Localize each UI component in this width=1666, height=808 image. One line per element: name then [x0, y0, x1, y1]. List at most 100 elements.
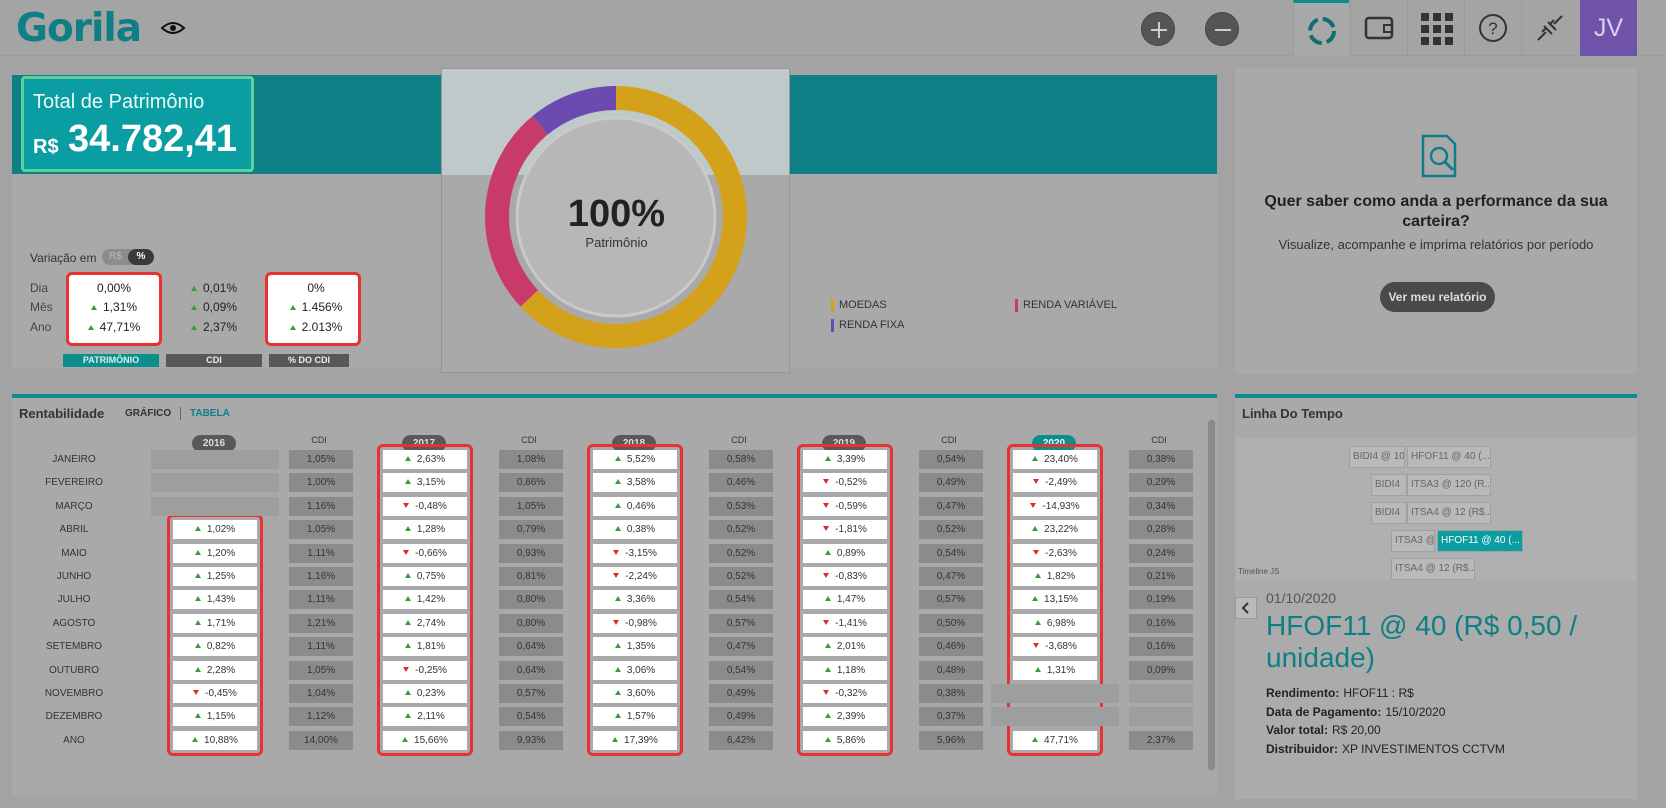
cdi-cell: 0,47%	[919, 567, 983, 586]
return-value: 1,42%	[416, 594, 446, 606]
summary-header-right	[790, 75, 1217, 174]
return-cell: 0,23%	[383, 684, 467, 703]
return-cell: 3,39%	[803, 450, 887, 469]
total-patrimonio-card: Total de Patrimônio R$ 34.782,41	[21, 76, 254, 172]
detail-key: Data de Pagamento:	[1266, 704, 1382, 719]
return-cell: -3,68%	[1013, 637, 1097, 657]
cdi-cell: 0,54%	[709, 590, 773, 610]
timeline-item[interactable]: ITSA4 @ 12 (R$...	[1391, 558, 1475, 580]
return-cell: 2,63%	[383, 450, 467, 469]
timeline-item[interactable]: ITSA4 @ 12 (R$...	[1407, 502, 1491, 524]
minus-icon[interactable]	[1205, 12, 1239, 46]
tag-cdi[interactable]: CDI	[166, 354, 262, 367]
tab-tabela[interactable]: TABELA	[190, 408, 230, 419]
tag-pct-cdi[interactable]: % DO CDI	[269, 354, 349, 367]
up-arrow-icon	[1032, 456, 1039, 461]
return-cell: 1,28%	[383, 520, 467, 540]
variacao-value-text: 1.456%	[301, 300, 343, 314]
cdi-header: CDI	[311, 435, 327, 445]
return-cell: 0,89%	[803, 543, 887, 563]
timeline-item[interactable]: ITSA3 @	[1391, 530, 1435, 552]
timeline-item[interactable]: BIDI4	[1371, 502, 1407, 524]
return-cell: 5,86%	[803, 730, 887, 750]
up-arrow-icon	[824, 549, 831, 555]
timeline-detail-row: Data de Pagamento: 15/10/2020	[1266, 705, 1445, 719]
return-cell: 15,66%	[383, 730, 467, 750]
tab-divider	[180, 407, 181, 420]
up-arrow-icon	[614, 666, 621, 672]
up-arrow-icon	[194, 596, 201, 602]
avatar[interactable]: JV	[1580, 0, 1637, 56]
eye-icon[interactable]	[160, 16, 186, 40]
down-arrow-icon	[403, 502, 410, 508]
up-arrow-icon	[194, 549, 201, 555]
tab-grafico[interactable]: GRÁFICO	[125, 408, 171, 419]
up-arrow-icon	[1032, 596, 1039, 602]
wallet-icon[interactable]	[1350, 0, 1406, 56]
toggle-currency[interactable]: R$	[109, 251, 122, 262]
variacao-cdi-value: 2,37%	[168, 320, 260, 334]
timeline-prev-button[interactable]	[1235, 597, 1257, 619]
legend-moedas: MOEDAS	[831, 299, 887, 312]
up-arrow-icon	[614, 690, 621, 695]
cdi-cell: 0,09%	[1129, 660, 1193, 680]
cdi-cell: 0,57%	[919, 590, 983, 610]
month-label: SETEMBRO	[45, 641, 103, 653]
return-value: 1,28%	[416, 524, 446, 536]
variacao-value-text: 0,09%	[202, 300, 238, 314]
return-value: 2,01%	[836, 641, 866, 653]
apps-grid-icon[interactable]	[1407, 0, 1463, 56]
return-cell: -0,32%	[803, 684, 887, 703]
table-scrollbar[interactable]	[1208, 420, 1215, 770]
cdi-cell: 2,37%	[1129, 730, 1193, 750]
timeline-item[interactable]: HFOF11 @ 40 (...	[1437, 530, 1523, 552]
timeline-item[interactable]: BIDI4 @ 10	[1349, 446, 1405, 468]
return-cell: -2,63%	[1013, 543, 1097, 563]
up-arrow-icon	[614, 596, 621, 602]
toggle-percent[interactable]: %	[128, 249, 154, 265]
timeline-item[interactable]: ITSA3 @ 120 (R...	[1407, 474, 1491, 496]
ver-relatorio-button[interactable]: Ver meu relatório	[1380, 282, 1495, 312]
return-value: -1,81%	[835, 524, 867, 536]
cdi-cell: 1,05%	[289, 660, 353, 680]
return-cell: 1,25%	[173, 567, 257, 586]
timeline-item[interactable]: BIDI4	[1371, 474, 1407, 496]
cdi-cell: 0,54%	[709, 660, 773, 680]
plus-icon[interactable]	[1141, 12, 1175, 46]
return-cell: 1,43%	[173, 590, 257, 610]
variacao-value-text: 0,01%	[202, 281, 238, 295]
tag-patrimonio[interactable]: PATRIMÔNIO	[63, 354, 159, 367]
cdi-cell: 1,04%	[289, 684, 353, 703]
return-cell: 1,42%	[383, 590, 467, 610]
up-arrow-icon	[289, 305, 296, 310]
report-card: Quer saber como anda a performance da su…	[1235, 68, 1637, 374]
return-value: 3,58%	[626, 477, 656, 489]
return-cell: 1,81%	[383, 637, 467, 657]
help-icon[interactable]: ?	[1464, 0, 1520, 56]
up-arrow-icon	[1034, 666, 1041, 672]
down-arrow-icon	[823, 573, 830, 578]
cdi-cell: 0,58%	[709, 450, 773, 469]
timeline-headline: HFOF11 @ 40 (R$ 0,50 / unidade)	[1266, 610, 1578, 673]
timeline-item[interactable]: HFOF11 @ 40 (...	[1407, 446, 1491, 468]
cdi-cell: 0,48%	[919, 660, 983, 680]
plug-icon[interactable]	[1521, 0, 1577, 56]
return-cell: 23,40%	[1013, 450, 1097, 469]
row-label-ano: Ano	[30, 320, 52, 334]
cdi-cell: 0,52%	[919, 520, 983, 540]
timeline-title: Linha Do Tempo	[1242, 406, 1343, 421]
up-arrow-icon	[289, 325, 296, 330]
up-arrow-icon	[824, 713, 831, 719]
up-arrow-icon	[404, 596, 411, 602]
return-value: 1,43%	[206, 594, 236, 606]
variacao-toggle[interactable]: R$ %	[102, 249, 154, 265]
up-arrow-icon	[194, 526, 201, 532]
cdi-cell: 1,11%	[289, 543, 353, 563]
cdi-cell: 0,54%	[499, 707, 563, 727]
refresh-icon[interactable]	[1293, 0, 1349, 56]
up-arrow-icon	[194, 619, 201, 625]
return-cell: 3,60%	[593, 684, 677, 703]
top-bar: Gorila ? JV	[0, 0, 1666, 56]
gorila-logo[interactable]: Gorila	[16, 6, 142, 51]
variacao-cdi-value: 0,01%	[168, 281, 260, 295]
